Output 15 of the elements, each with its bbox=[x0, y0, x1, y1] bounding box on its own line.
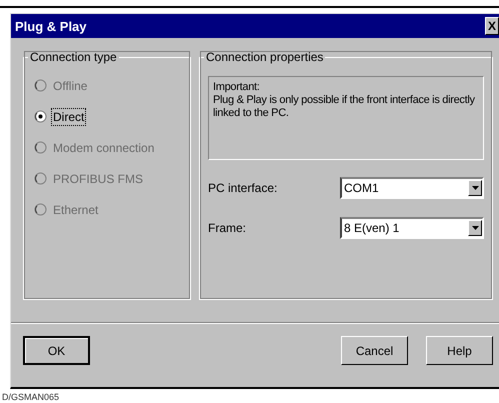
figure-caption: D/GSMAN065 bbox=[2, 392, 60, 402]
close-button[interactable]: X bbox=[485, 17, 499, 35]
dialog-button[interactable]: Help bbox=[426, 336, 493, 365]
window-title: Plug & Play bbox=[15, 18, 87, 34]
radio-button[interactable] bbox=[34, 110, 47, 123]
field-label: PC interface: bbox=[208, 181, 278, 195]
dialog-button[interactable]: OK bbox=[23, 336, 90, 365]
group-title: Connection type bbox=[29, 50, 118, 64]
dropdown-field[interactable]: 8 E(ven) 1 bbox=[340, 217, 484, 239]
dialog-button[interactable]: Cancel bbox=[341, 336, 408, 365]
field-label: Frame: bbox=[208, 221, 246, 235]
info-note: Important: Plug & Play is only possible if the front interface is directly linked to the PC. bbox=[208, 76, 484, 160]
dropdown-field[interactable]: COM1 bbox=[340, 177, 484, 199]
group-title: Connection properties bbox=[205, 50, 324, 64]
radio-label[interactable]: Direct bbox=[52, 108, 86, 124]
